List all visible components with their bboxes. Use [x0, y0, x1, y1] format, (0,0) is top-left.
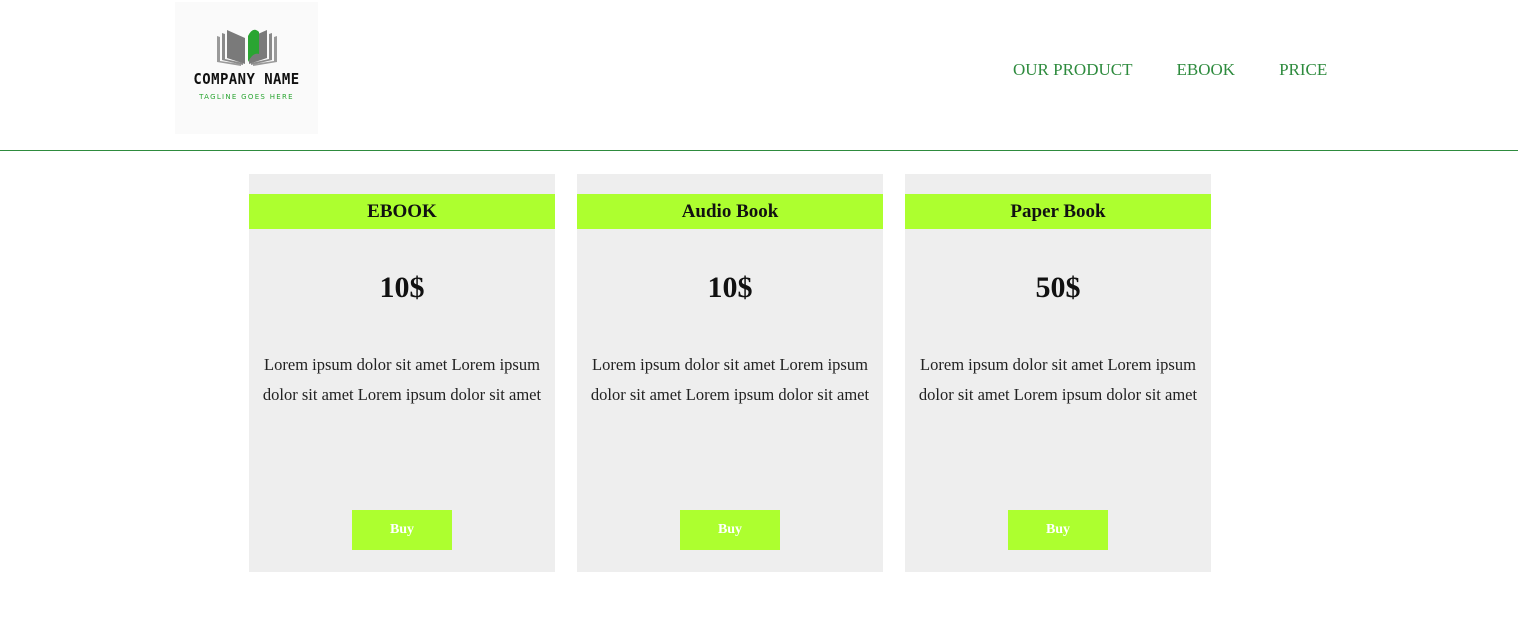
card-price: 10$: [379, 271, 425, 304]
nav-item-our-product[interactable]: OUR PRODUCT: [1013, 60, 1133, 80]
card-title: Audio Book: [577, 194, 883, 229]
nav-item-price[interactable]: PRICE: [1279, 60, 1327, 80]
buy-button[interactable]: Buy: [1008, 510, 1108, 550]
buy-button[interactable]: Buy: [352, 510, 452, 550]
site-header: COMPANY NAME TAGLINE GOES HERE OUR PRODU…: [0, 0, 1518, 151]
product-card-paper-book: Paper Book 50$ Lorem ipsum dolor sit ame…: [905, 174, 1211, 572]
card-title: EBOOK: [249, 194, 555, 229]
main-nav: OUR PRODUCT EBOOK PRICE: [1013, 60, 1327, 80]
company-name: COMPANY NAME: [193, 70, 300, 88]
card-description: Lorem ipsum dolor sit amet Lorem ipsum d…: [590, 355, 870, 404]
company-logo[interactable]: COMPANY NAME TAGLINE GOES HERE: [175, 2, 318, 134]
product-card-audio-book: Audio Book 10$ Lorem ipsum dolor sit ame…: [577, 174, 883, 572]
open-book-icon: [217, 29, 277, 66]
product-card-ebook: EBOOK 10$ Lorem ipsum dolor sit amet Lor…: [249, 174, 555, 572]
card-price: 10$: [707, 271, 753, 304]
nav-item-ebook[interactable]: EBOOK: [1177, 60, 1236, 80]
card-description: Lorem ipsum dolor sit amet Lorem ipsum d…: [262, 355, 542, 404]
buy-button[interactable]: Buy: [680, 510, 780, 550]
company-tagline: TAGLINE GOES HERE: [199, 93, 294, 101]
card-title: Paper Book: [905, 194, 1211, 229]
card-price: 50$: [1035, 271, 1081, 304]
card-description: Lorem ipsum dolor sit amet Lorem ipsum d…: [918, 355, 1198, 404]
